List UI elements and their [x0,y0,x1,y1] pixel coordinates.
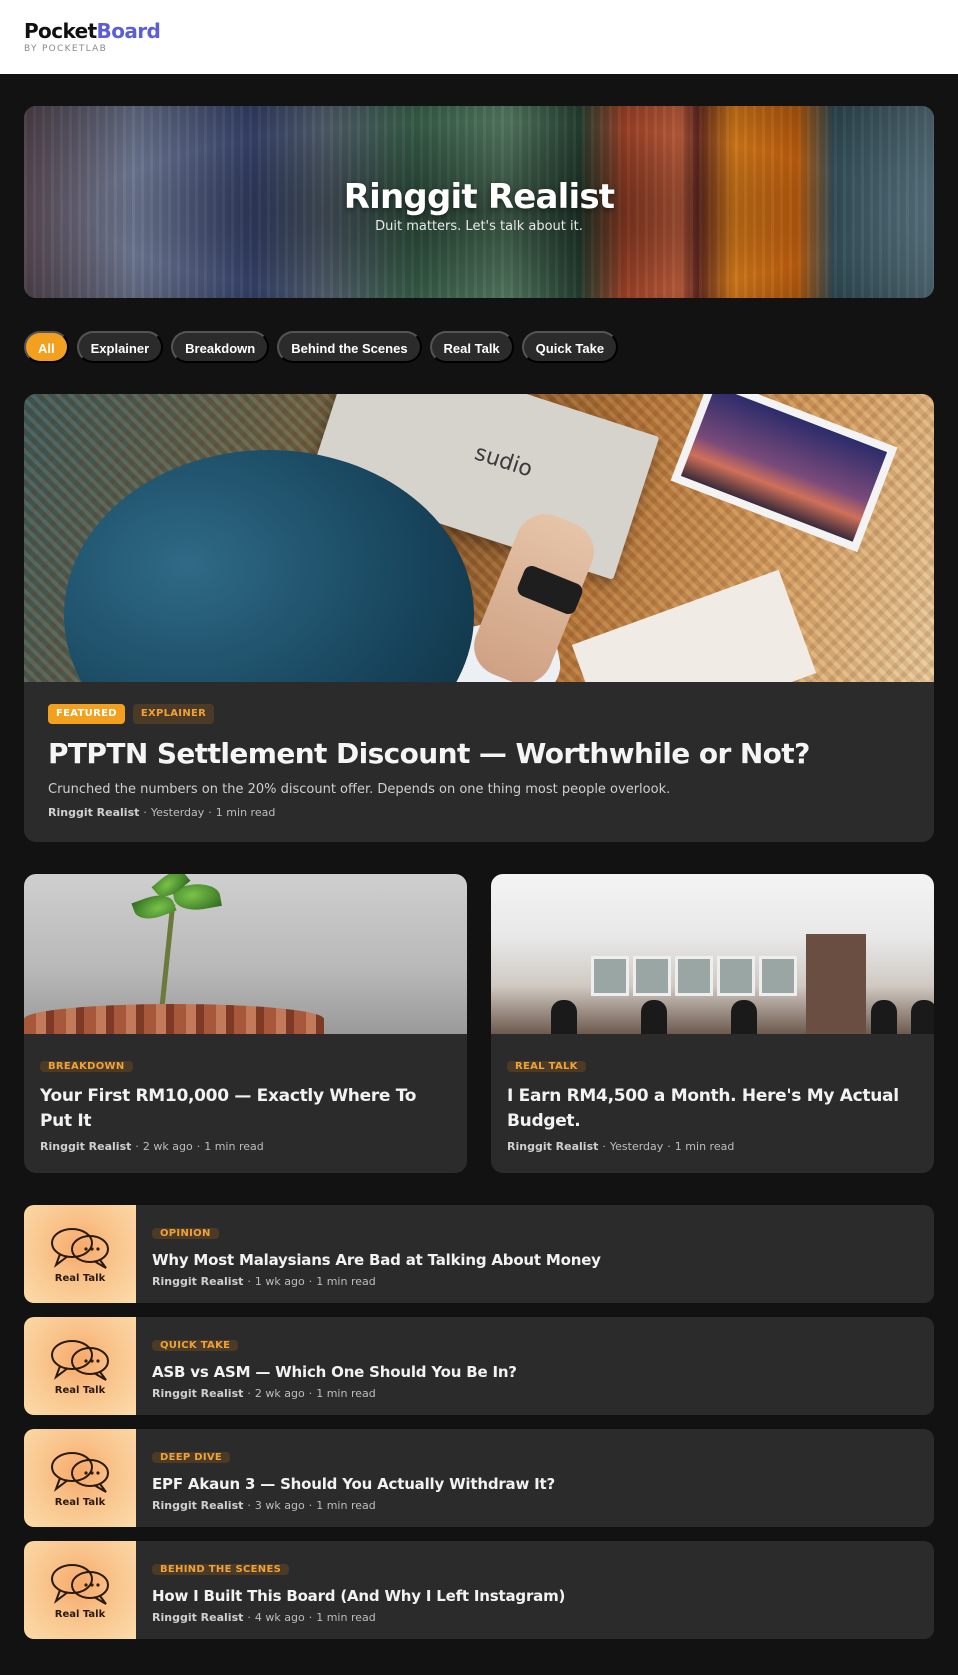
category-badge: EXPLAINER [132,704,215,724]
post-time: Yesterday [609,1140,664,1153]
post-meta: Ringgit Realist · 3 wk ago · 1 min read [152,1499,376,1512]
post-time: 4 wk ago [254,1611,305,1624]
post-meta: Ringgit Realist · 2 wk ago · 1 min read [40,1140,264,1153]
brand-logo[interactable]: PocketBoard [24,20,934,42]
post-thumbnail: Real Talk [24,1317,136,1415]
featured-post-image: sudio [24,394,934,682]
post-author: Ringgit Realist [152,1499,244,1512]
post-meta: Ringgit Realist · 4 wk ago · 1 min read [152,1611,376,1624]
post-read-time: 1 min read [204,1140,264,1153]
post-card-image [491,874,934,1034]
filter-chip-all[interactable]: All [24,331,69,363]
post-thumbnail: Real Talk [24,1205,136,1303]
chat-bubbles-icon [51,1452,109,1493]
featured-post-title[interactable]: PTPTN Settlement Discount — Worthwhile o… [48,737,910,771]
chat-bubbles-icon [51,1564,109,1605]
category-badge: OPINION [152,1228,219,1239]
filter-chip-behind-the-scenes[interactable]: Behind the Scenes [277,331,422,363]
post-card-title[interactable]: Your First RM10,000 — Exactly Where To P… [40,1084,451,1134]
category-badge: REAL TALK [507,1061,586,1072]
post-author: Ringgit Realist [152,1611,244,1624]
list-item-title[interactable]: How I Built This Board (And Why I Left I… [152,1587,565,1605]
post-card-image [24,874,467,1034]
category-badge: DEEP DIVE [152,1452,231,1463]
filter-chip-breakdown[interactable]: Breakdown [171,331,270,363]
post-author: Ringgit Realist [40,1140,132,1153]
post-time: Yesterday [150,806,205,819]
brand-name-part2: Board [96,19,161,43]
post-time: 2 wk ago [254,1387,305,1400]
post-list: Real Talk OPINION Why Most Malaysians Ar… [24,1205,934,1639]
post-read-time: 1 min read [316,1499,376,1512]
post-read-time: 1 min read [215,806,276,819]
main-content: Ringgit Realist Duit matters. Let's talk… [0,74,958,1639]
post-read-time: 1 min read [674,1140,735,1153]
post-author: Ringgit Realist [507,1140,599,1153]
list-item[interactable]: Real Talk QUICK TAKE ASB vs ASM — Which … [24,1317,934,1415]
post-author: Ringgit Realist [152,1387,244,1400]
featured-post-card[interactable]: sudio FEATURED EXPLAINER PTPTN Settlemen… [24,394,934,842]
brand-name-part1: Pocket [24,19,97,43]
post-card[interactable]: REAL TALK I Earn RM4,500 a Month. Here's… [491,874,934,1173]
post-author: Ringgit Realist [152,1275,244,1288]
filter-chip-explainer[interactable]: Explainer [76,331,164,363]
list-item-title[interactable]: ASB vs ASM — Which One Should You Be In? [152,1363,517,1381]
brand-byline: BY POCKETLAB [24,44,108,54]
thumbnail-label: Real Talk [54,1609,106,1620]
post-card-title[interactable]: I Earn RM4,500 a Month. Here's My Actual… [507,1084,918,1134]
post-read-time: 1 min read [316,1387,376,1400]
post-read-time: 1 min read [316,1275,376,1288]
post-time: 3 wk ago [254,1499,305,1512]
post-thumbnail: Real Talk [24,1429,136,1527]
post-read-time: 1 min read [316,1611,376,1624]
hero-subtitle: Duit matters. Let's talk about it. [375,218,583,234]
filter-chip-quick-take[interactable]: Quick Take [521,331,619,363]
list-item-title[interactable]: Why Most Malaysians Are Bad at Talking A… [152,1251,601,1269]
post-meta: Ringgit Realist · Yesterday · 1 min read [507,1140,735,1153]
featured-post-description: Crunched the numbers on the 20% discount… [48,782,671,797]
post-meta: Ringgit Realist · 1 wk ago · 1 min read [152,1275,376,1288]
post-time: 1 wk ago [254,1275,305,1288]
hero-banner: Ringgit Realist Duit matters. Let's talk… [24,106,934,298]
category-filter-bar: All Explainer Breakdown Behind the Scene… [24,331,934,363]
list-item[interactable]: Real Talk BEHIND THE SCENES How I Built … [24,1541,934,1639]
category-badge: BEHIND THE SCENES [152,1564,290,1575]
thumbnail-label: Real Talk [54,1385,106,1396]
post-meta: Ringgit Realist · 2 wk ago · 1 min read [152,1387,376,1400]
category-badge: QUICK TAKE [152,1340,239,1351]
top-header: PocketBoard BY POCKETLAB [0,0,958,74]
post-card[interactable]: BREAKDOWN Your First RM10,000 — Exactly … [24,874,467,1173]
post-grid: BREAKDOWN Your First RM10,000 — Exactly … [24,874,934,1173]
post-author: Ringgit Realist [48,806,140,819]
hero-title: Ringgit Realist [343,176,615,217]
chat-bubbles-icon [51,1340,109,1381]
list-item[interactable]: Real Talk DEEP DIVE EPF Akaun 3 — Should… [24,1429,934,1527]
list-item[interactable]: Real Talk OPINION Why Most Malaysians Ar… [24,1205,934,1303]
category-badge: BREAKDOWN [40,1061,133,1072]
filter-chip-real-talk[interactable]: Real Talk [429,331,514,363]
list-item-title[interactable]: EPF Akaun 3 — Should You Actually Withdr… [152,1475,555,1493]
chat-bubbles-icon [51,1228,109,1269]
thumbnail-label: Real Talk [54,1497,106,1508]
post-meta: Ringgit Realist · Yesterday · 1 min read [48,806,276,819]
post-time: 2 wk ago [142,1140,193,1153]
thumbnail-label: Real Talk [54,1273,106,1284]
post-thumbnail: Real Talk [24,1541,136,1639]
featured-badge: FEATURED [48,704,125,724]
